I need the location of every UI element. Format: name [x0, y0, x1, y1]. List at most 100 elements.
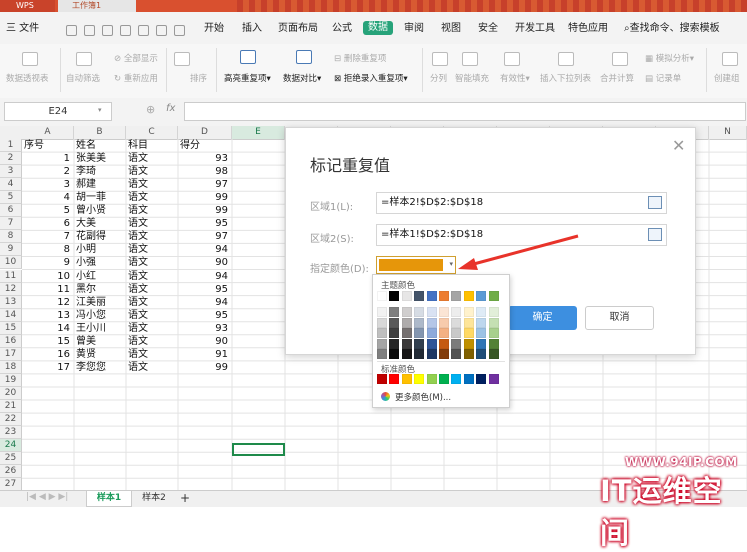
row-header-2[interactable]: 2: [0, 152, 22, 166]
menu-view[interactable]: 视图: [441, 22, 461, 36]
header-cell-name[interactable]: 姓名: [76, 139, 122, 152]
record-button[interactable]: ▤ 记录单: [645, 72, 681, 84]
cell-name[interactable]: 王小川: [76, 322, 122, 335]
standard-color-swatch[interactable]: [389, 374, 400, 384]
zoom-icon[interactable]: ⊕: [146, 103, 155, 116]
row-header-26[interactable]: 26: [0, 465, 22, 479]
cell-subject[interactable]: 语文: [128, 322, 174, 335]
standard-color-swatch[interactable]: [463, 374, 474, 384]
show-all-button[interactable]: ⊘ 全部显示: [114, 52, 158, 64]
cell-serial[interactable]: 1: [24, 152, 70, 165]
fx-icon[interactable]: fx: [166, 103, 175, 114]
theme-shade-swatch[interactable]: [439, 317, 449, 328]
cell-score[interactable]: 99: [180, 204, 228, 217]
theme-shade-swatch[interactable]: [377, 307, 387, 317]
theme-shade-swatch[interactable]: [401, 317, 412, 328]
cell-score[interactable]: 94: [180, 270, 228, 283]
row-header-6[interactable]: 6: [0, 204, 22, 218]
cell-serial[interactable]: 2: [24, 165, 70, 178]
cell-score[interactable]: 95: [180, 309, 228, 322]
menu-insert[interactable]: 插入: [242, 22, 262, 36]
formula-input[interactable]: [184, 102, 746, 121]
theme-shade-swatch[interactable]: [414, 338, 425, 349]
cell-name[interactable]: 花副得: [76, 230, 122, 243]
cell-serial[interactable]: 4: [24, 191, 70, 204]
theme-shade-swatch[interactable]: [476, 328, 487, 339]
cell-name[interactable]: 江美丽: [76, 296, 122, 309]
cell-serial[interactable]: 11: [24, 283, 70, 296]
menu-start[interactable]: 开始: [204, 22, 224, 36]
theme-shade-swatch[interactable]: [414, 317, 425, 328]
row-header-15[interactable]: 15: [0, 321, 22, 335]
name-box[interactable]: E24: [4, 102, 112, 121]
standard-color-swatch[interactable]: [439, 374, 449, 384]
cell-name[interactable]: 小红: [76, 270, 122, 283]
theme-shade-swatch[interactable]: [414, 349, 425, 360]
cell-serial[interactable]: 15: [24, 335, 70, 348]
cell-score[interactable]: 99: [180, 361, 228, 374]
cell-serial[interactable]: 8: [24, 243, 70, 256]
autofilter-button[interactable]: 自动筛选: [66, 72, 100, 84]
smart-fill-button[interactable]: 智能填充: [455, 72, 489, 84]
header-cell-serial[interactable]: 序号: [24, 139, 70, 152]
standard-color-swatch[interactable]: [401, 374, 412, 384]
theme-shade-swatch[interactable]: [476, 349, 487, 360]
print-icon[interactable]: [102, 25, 113, 36]
row-header-10[interactable]: 10: [0, 256, 22, 270]
theme-color-swatch[interactable]: [426, 291, 437, 301]
row-header-9[interactable]: 9: [0, 243, 22, 257]
sheet-nav-arrows-icon[interactable]: |◀ ◀ ▶ ▶|: [26, 492, 68, 502]
theme-shade-swatch[interactable]: [426, 328, 437, 339]
column-header-e[interactable]: E: [232, 126, 285, 139]
theme-shade-swatch[interactable]: [463, 338, 474, 349]
wps-app-tab[interactable]: WPS: [0, 0, 55, 12]
cell-score[interactable]: 97: [180, 230, 228, 243]
menu-page-layout[interactable]: 页面布局: [278, 22, 318, 36]
column-header-n[interactable]: N: [709, 126, 747, 139]
theme-shade-swatch[interactable]: [414, 307, 425, 317]
theme-shade-swatch[interactable]: [389, 307, 400, 317]
cell-score[interactable]: 91: [180, 348, 228, 361]
cell-subject[interactable]: 语文: [128, 243, 174, 256]
theme-shade-swatch[interactable]: [488, 328, 499, 339]
pivot-table-button[interactable]: 数据透视表: [6, 72, 49, 84]
range-picker-icon[interactable]: [648, 228, 662, 241]
row-header-24[interactable]: 24: [0, 439, 22, 453]
theme-shade-swatch[interactable]: [389, 349, 400, 360]
close-icon[interactable]: ✕: [672, 136, 685, 155]
theme-shade-swatch[interactable]: [463, 307, 474, 317]
cell-score[interactable]: 94: [180, 243, 228, 256]
reject-duplicates-button[interactable]: ⊠ 拒绝录入重复项▾: [334, 72, 408, 84]
theme-shade-swatch[interactable]: [401, 349, 412, 360]
cell-subject[interactable]: 语文: [128, 296, 174, 309]
cell-subject[interactable]: 语文: [128, 204, 174, 217]
more-quick-icon[interactable]: [174, 25, 185, 36]
menu-formula[interactable]: 公式: [332, 22, 352, 36]
cell-serial[interactable]: 12: [24, 296, 70, 309]
cell-subject[interactable]: 语文: [128, 348, 174, 361]
cell-subject[interactable]: 语文: [128, 191, 174, 204]
search-command[interactable]: ⌕查找命令、搜索模板: [624, 22, 720, 36]
theme-shade-swatch[interactable]: [389, 317, 400, 328]
row-header-19[interactable]: 19: [0, 373, 22, 387]
row-header-3[interactable]: 3: [0, 165, 22, 179]
cell-score[interactable]: 95: [180, 283, 228, 296]
standard-color-swatch[interactable]: [414, 374, 425, 384]
add-sheet-button[interactable]: +: [178, 491, 192, 506]
theme-shade-swatch[interactable]: [377, 349, 387, 360]
cell-name[interactable]: 郝建: [76, 178, 122, 191]
theme-shade-swatch[interactable]: [488, 317, 499, 328]
row-header-20[interactable]: 20: [0, 386, 22, 400]
cell-subject[interactable]: 语文: [128, 283, 174, 296]
cell-name[interactable]: 曾美: [76, 335, 122, 348]
menu-data[interactable]: 数据: [363, 21, 393, 35]
theme-shade-swatch[interactable]: [451, 349, 462, 360]
standard-color-swatch[interactable]: [488, 374, 499, 384]
row-header-18[interactable]: 18: [0, 360, 22, 374]
create-group-button[interactable]: 创建组: [714, 72, 740, 84]
header-cell-score[interactable]: 得分: [180, 139, 228, 152]
cell-name[interactable]: 李您您: [76, 361, 122, 374]
insert-dropdown-button[interactable]: 插入下拉列表: [540, 72, 591, 84]
standard-color-swatch[interactable]: [476, 374, 487, 384]
standard-color-swatch[interactable]: [377, 374, 387, 384]
